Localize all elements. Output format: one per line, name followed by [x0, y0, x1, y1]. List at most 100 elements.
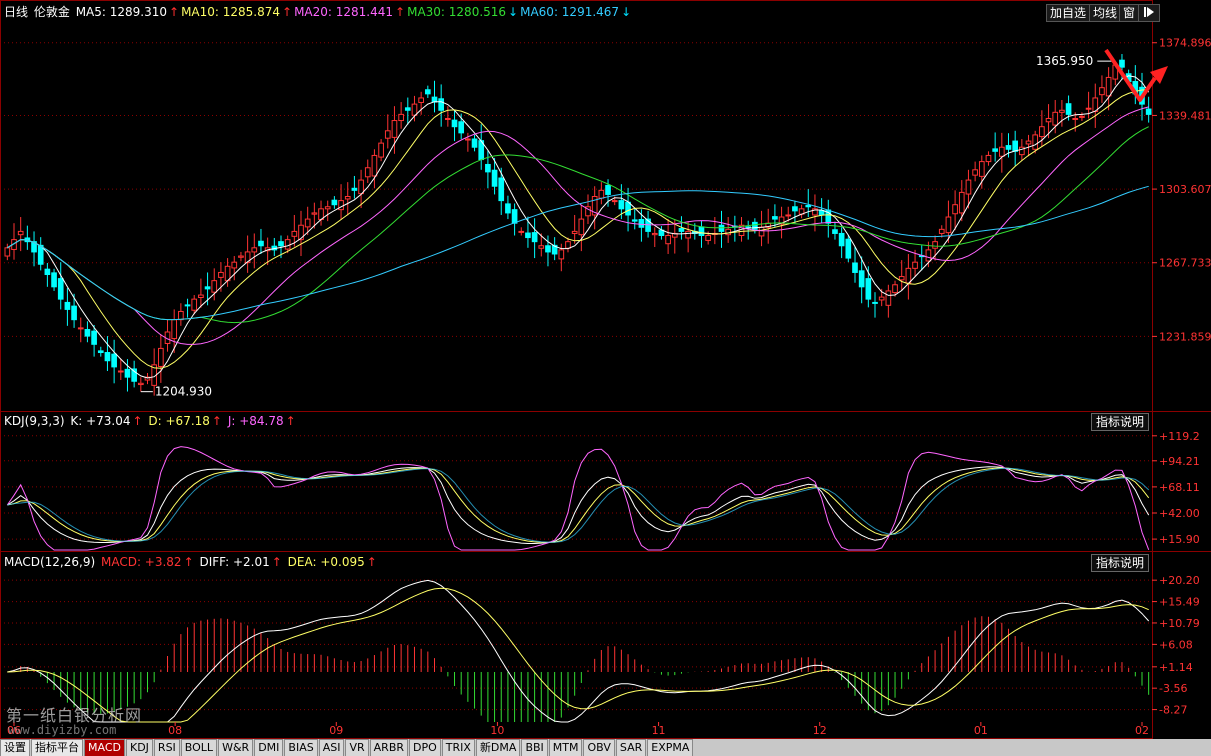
indicator-tab[interactable]: ARBR	[369, 739, 409, 756]
indicator-tab[interactable]: DMI	[254, 739, 284, 756]
candle-body	[1065, 103, 1072, 115]
candle-body	[978, 161, 985, 177]
ma-legend-arrow: ↓	[621, 5, 632, 19]
indicator-tab-bar: 设置 指标平台 MACD KDJ RSI BOLL W&R DMI BIAS ASI VR ARBR D…	[0, 739, 1211, 756]
candle-body	[204, 286, 211, 290]
candle-body	[838, 232, 845, 247]
candle-body	[885, 290, 892, 306]
candle-body	[91, 330, 97, 345]
candle-body	[912, 261, 918, 269]
candle-body	[965, 179, 972, 195]
kdj-axis-label: +15.90	[1159, 533, 1200, 546]
x-axis-label: 11	[652, 724, 666, 737]
macd-axis-label: +10.79	[1159, 617, 1200, 630]
candle-body	[1119, 59, 1125, 68]
indicator-tab[interactable]: MACD	[84, 739, 125, 756]
period-label: 日线	[4, 5, 29, 19]
candle-body	[578, 218, 585, 236]
indicator-tab[interactable]: W&R	[218, 739, 254, 756]
indicator-tab[interactable]: VR	[345, 739, 369, 756]
indicator-tab[interactable]: SAR	[615, 739, 647, 756]
tool-tab[interactable]: 设置	[0, 739, 30, 756]
dea-value: DEA: +0.095	[287, 555, 365, 569]
candle-body	[618, 200, 625, 210]
candle-body	[351, 187, 358, 191]
high-label: 1365.950	[1036, 54, 1093, 68]
candle-body	[451, 119, 458, 128]
candle-body	[1012, 140, 1019, 152]
indicator-tab[interactable]: TRIX	[441, 739, 475, 756]
macd-plot	[7, 579, 1150, 723]
indicator-tab[interactable]: EXPMA	[647, 739, 694, 756]
candle-body	[111, 353, 117, 368]
x-axis-label: 09	[329, 724, 343, 737]
candle-body	[972, 169, 978, 176]
candle-body	[71, 305, 77, 321]
indicator-tab[interactable]: BIAS	[284, 739, 318, 756]
indicator-tab[interactable]: BOLL	[180, 739, 218, 756]
candle-body	[64, 301, 71, 310]
candle-body	[424, 89, 431, 95]
add-watchlist-button[interactable]: 加自选	[1046, 4, 1091, 22]
indicator-tab[interactable]: BBI	[521, 739, 548, 756]
candle-body	[251, 247, 258, 253]
candle-body	[465, 138, 471, 141]
candle-body	[191, 298, 198, 311]
tool-tab[interactable]: 指标平台	[31, 739, 83, 756]
candle-body	[631, 219, 638, 222]
kline-chart[interactable]: 1365.950 1204.930 1374.896 1339.481 1303.60…	[0, 0, 1211, 756]
candle-body	[598, 189, 605, 199]
candle-body	[938, 228, 945, 234]
ma-legend-item: MA60: 1291.467	[520, 5, 620, 19]
candle-body	[1105, 76, 1112, 97]
x-axis-label: 12	[813, 724, 827, 737]
candle-body	[531, 232, 538, 243]
macd-indicator-help-button[interactable]: 指标说明	[1090, 554, 1149, 572]
candle-body	[304, 218, 311, 228]
indicator-tab[interactable]: OBV	[583, 739, 615, 756]
candle-body	[51, 272, 57, 288]
indicator-tab[interactable]: DPO	[409, 739, 441, 756]
ma60-line	[7, 185, 1149, 321]
candle-body	[538, 245, 545, 249]
candle-body	[785, 214, 792, 217]
window-button[interactable]: 窗	[1119, 4, 1140, 22]
price-plot: 1365.950 1204.930	[4, 48, 1168, 399]
candle-body	[858, 270, 865, 288]
candle-body	[198, 294, 204, 299]
kdj-axis-label: +119.2	[1159, 430, 1200, 443]
arrow-right-icon[interactable]	[1138, 4, 1160, 22]
indicator-tab[interactable]: MTM	[548, 739, 583, 756]
candle-body	[4, 247, 11, 257]
indicator-tab[interactable]: RSI	[153, 739, 180, 756]
indicator-tab[interactable]: KDJ	[125, 739, 153, 756]
candle-body	[218, 271, 224, 278]
candle-body	[498, 177, 505, 202]
kdj-d-arrow: ↑	[211, 414, 222, 428]
ma-toggle-button[interactable]: 均线	[1089, 4, 1122, 22]
candle-body	[1099, 87, 1105, 96]
kdj-j-value: J: +84.78	[227, 414, 284, 428]
candle-body	[545, 245, 551, 253]
kdj-k-arrow: ↑	[132, 414, 143, 428]
candle-body	[178, 310, 184, 321]
candle-body	[17, 230, 24, 236]
candle-body	[344, 195, 351, 200]
candle-body	[865, 278, 872, 300]
candle-body	[878, 296, 885, 301]
indicator-tab[interactable]: ASI	[318, 739, 345, 756]
ma20-line	[7, 106, 1149, 345]
ma-legend-item: MA5: 1289.310	[75, 5, 167, 19]
candle-body	[44, 268, 51, 276]
candle-body	[998, 146, 1005, 157]
candle-body	[805, 205, 812, 208]
candle-body	[238, 255, 244, 258]
kdj-indicator-help-button[interactable]: 指标说明	[1090, 413, 1149, 431]
candle-body	[1052, 111, 1059, 126]
indicator-tab[interactable]: 新DMA	[475, 739, 521, 756]
kdj-axis-label: +94.21	[1159, 455, 1200, 468]
x-axis-label: 08	[168, 724, 182, 737]
price-axis-label: 1231.859	[1159, 330, 1211, 343]
x-axis-label: 10	[490, 724, 504, 737]
candle-body	[1039, 126, 1045, 138]
